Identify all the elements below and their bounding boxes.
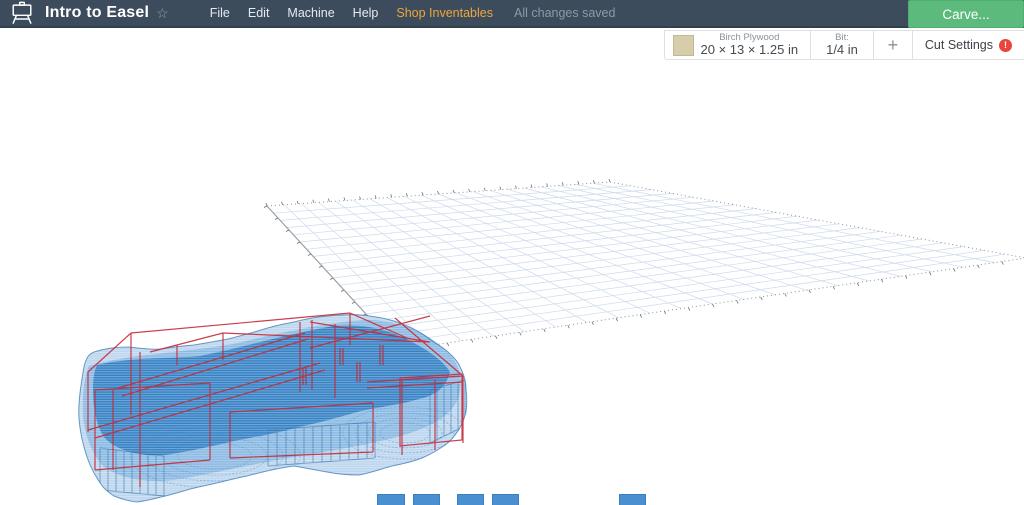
menu-edit[interactable]: Edit (239, 6, 279, 20)
preview-button-5[interactable] (619, 494, 646, 505)
menu-file[interactable]: File (201, 6, 239, 20)
material-selector[interactable]: Birch Plywood 20 × 13 × 1.25 in (665, 31, 811, 59)
carve-button[interactable]: Carve... (908, 0, 1024, 28)
main-menu: File Edit Machine Help Shop Inventables (201, 6, 502, 20)
favorite-star-icon[interactable]: ☆ (156, 6, 169, 20)
preview-button-4[interactable] (492, 494, 519, 505)
add-bit-button[interactable]: + (872, 31, 912, 59)
preview-canvas: Birch Plywood 20 × 13 × 1.25 in Bit: 1/4… (0, 28, 1024, 505)
warning-icon: ! (999, 38, 1012, 52)
material-panel: Birch Plywood 20 × 13 × 1.25 in Bit: 1/4… (663, 30, 1024, 60)
bit-selector[interactable]: Bit: 1/4 in (810, 31, 873, 59)
preview-button-3[interactable] (457, 494, 484, 505)
preview-button-2[interactable] (413, 494, 440, 505)
navbar: Intro to Easel ☆ File Edit Machine Help … (0, 0, 1024, 28)
cut-settings-label: Cut Settings (924, 38, 993, 52)
save-status: All changes saved (514, 6, 616, 20)
menu-shop-inventables[interactable]: Shop Inventables (387, 6, 502, 20)
menu-machine[interactable]: Machine (278, 6, 343, 20)
menu-help[interactable]: Help (344, 6, 388, 20)
preview-button-1[interactable] (377, 494, 405, 505)
material-swatch (672, 34, 694, 56)
preview-viewport-3d[interactable] (0, 28, 1024, 505)
cut-settings-button[interactable]: Cut Settings ! (911, 31, 1024, 59)
easel-logo-icon[interactable] (8, 0, 35, 26)
bit-value: 1/4 in (826, 42, 858, 58)
project-title[interactable]: Intro to Easel (45, 4, 149, 22)
material-dimensions: 20 × 13 × 1.25 in (700, 42, 799, 58)
easel-icon (11, 1, 32, 24)
